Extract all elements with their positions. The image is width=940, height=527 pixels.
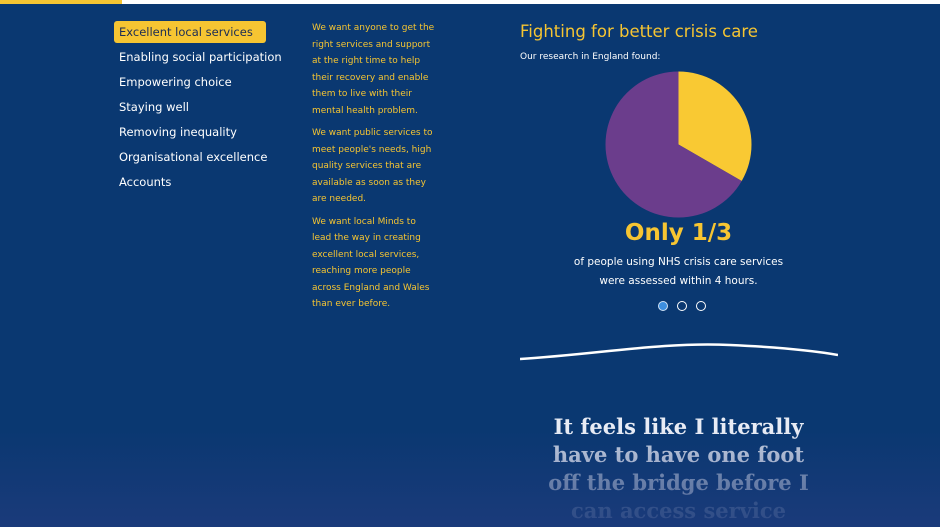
feature-title: Fighting for better crisis care xyxy=(520,22,758,41)
top-bar xyxy=(0,0,940,4)
nav-item-staying-well[interactable]: Staying well xyxy=(114,96,266,118)
stat-headline: Only 1/3 xyxy=(624,220,733,246)
carousel-dots xyxy=(658,301,710,313)
intro-paragraph: We want local Minds to lead the way in c… xyxy=(312,216,430,310)
intro-paragraph: We want public services to meet people's… xyxy=(312,128,433,204)
stat-description: of people using NHS crisis care services… xyxy=(573,256,784,287)
nav-item-organisational-excellence[interactable]: Organisational excellence xyxy=(114,146,267,168)
nav-item-accounts[interactable]: Accounts xyxy=(114,171,266,193)
intro-text: We want anyone to get the right services… xyxy=(312,20,437,319)
nav-item-enabling-social-participation[interactable]: Enabling social participation xyxy=(114,46,282,68)
section-nav: Excellent local services Enabling social… xyxy=(114,21,282,196)
carousel-dot-3[interactable] xyxy=(696,301,707,311)
quote-line: off the bridge before I xyxy=(548,470,809,495)
quote-block: It feels like I literally have to have o… xyxy=(520,413,837,525)
carousel-dot-2[interactable] xyxy=(677,301,688,311)
quote-line: It feels like I literally xyxy=(553,414,804,439)
nav-item-empowering-choice[interactable]: Empowering choice xyxy=(114,71,266,93)
intro-paragraph: We want anyone to get the right services… xyxy=(312,23,435,116)
wave-divider xyxy=(520,343,838,361)
quote-line: have to have one foot xyxy=(552,442,805,467)
crisis-care-pie-chart xyxy=(605,71,752,218)
feature-subtitle: Our research in England found: xyxy=(520,52,661,62)
top-bar-accent xyxy=(0,0,122,4)
nav-item-removing-inequality[interactable]: Removing inequality xyxy=(114,121,266,143)
quote-line: can access service xyxy=(570,498,787,523)
carousel-dot-1[interactable] xyxy=(658,301,668,311)
nav-item-excellent-local-services[interactable]: Excellent local services xyxy=(114,21,266,43)
